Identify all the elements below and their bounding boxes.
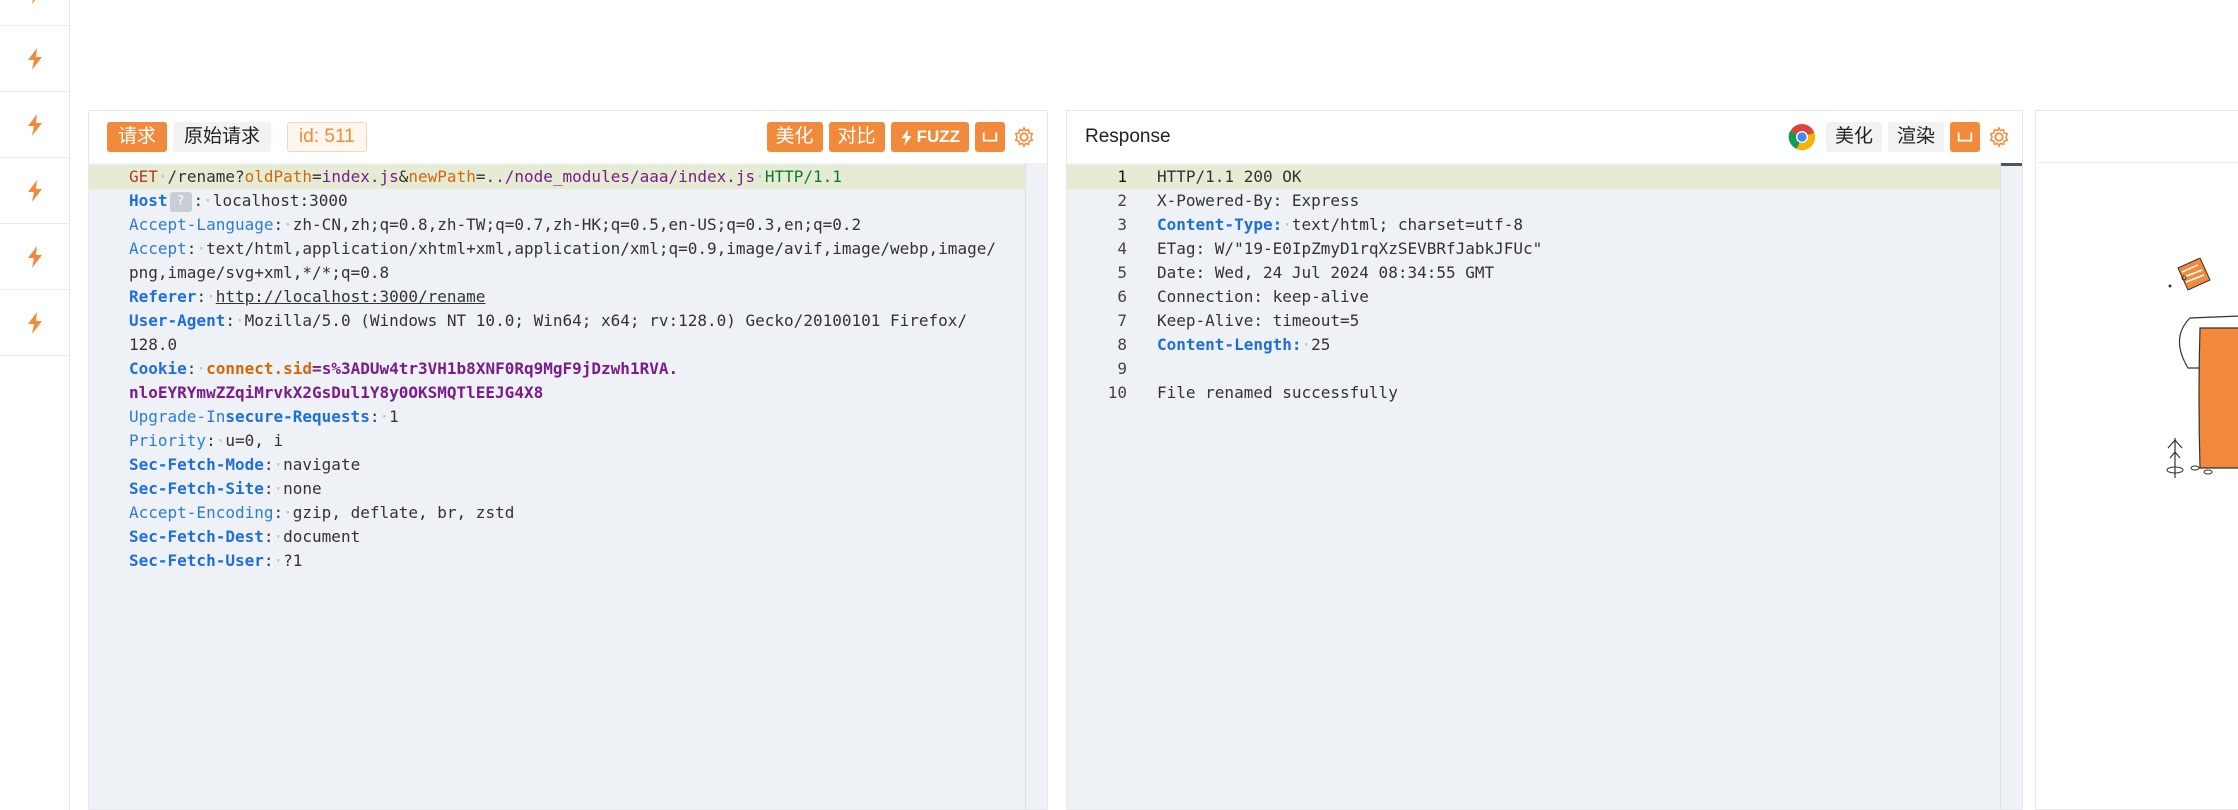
header-user-agent-cont: 128.0 (129, 335, 178, 354)
wrap-toggle-button[interactable] (1950, 122, 1980, 152)
request-panel: 请求 原始请求 id: 511 美化 对比 FUZZ GET·/rename?o… (88, 110, 1048, 810)
chrome-icon[interactable] (1788, 123, 1816, 151)
header-user-agent: User-Agent:·Mozilla/5.0 (Windows NT 10.0… (129, 311, 968, 330)
line-number-gutter: 1 2 3 4 5 6 7 8 9 10 (1067, 165, 1127, 405)
rail-item-fuzz[interactable] (0, 224, 70, 290)
header-accept: Accept:·text/html,application/xhtml+xml,… (129, 239, 996, 258)
header-referer: Referer:·http://localhost:3000/rename (129, 287, 486, 306)
rail-item-fuzz[interactable] (0, 0, 70, 26)
header-accept-encoding: Accept-Encoding:·gzip, deflate, br, zstd (129, 503, 515, 522)
header-sec-fetch-user: Sec-Fetch-User:·?1 (129, 551, 303, 570)
line-number: 10 (1107, 383, 1127, 402)
lightning-icon (28, 311, 42, 334)
lightning-icon (28, 113, 42, 136)
line-wrap-icon (982, 132, 998, 142)
response-editor[interactable]: 1 2 3 4 5 6 7 8 9 10 HTTP/1.1 200 OK X-P… (1067, 163, 2022, 809)
line-number: 1 (1117, 167, 1127, 186)
header-x-powered-by: X-Powered-By: Express (1157, 191, 1360, 210)
response-panel: Response 美化 渲染 1 2 3 4 5 6 7 8 9 10 HTTP… (1066, 110, 2023, 810)
line-number: 9 (1117, 359, 1127, 378)
render-button[interactable]: 渲染 (1887, 122, 1944, 152)
header-cookie: Cookie:·connect.sid=s%3ADUw4tr3VH1b8XNF0… (129, 359, 679, 378)
header-sec-fetch-dest: Sec-Fetch-Dest:·document (129, 527, 361, 546)
header-date: Date: Wed, 24 Jul 2024 08:34:55 GMT (1157, 263, 1495, 282)
fuzz-button[interactable]: FUZZ (890, 122, 969, 152)
request-tools: 美化 对比 FUZZ (761, 122, 1037, 152)
line-number: 5 (1117, 263, 1127, 282)
header-content-length: Content-Length:·25 (1157, 335, 1331, 354)
side-panel-header (2036, 111, 2238, 163)
request-line: GET·/rename?oldPath=index.js&newPath=../… (89, 165, 1025, 189)
lightning-icon (28, 179, 42, 202)
referer-link[interactable]: http://localhost:3000/rename (216, 287, 486, 306)
response-body: File renamed successfully (1157, 383, 1398, 402)
beautify-button[interactable]: 美化 (1825, 122, 1882, 152)
gear-icon (1989, 126, 2009, 148)
tab-raw-request[interactable]: 原始请求 (173, 122, 272, 152)
empty-state-illustration (2166, 258, 2238, 478)
header-accept-language: Accept-Language:·zh-CN,zh;q=0.8,zh-TW;q=… (129, 215, 862, 234)
response-code: HTTP/1.1 200 OK X-Powered-By: Express Co… (1157, 163, 2000, 405)
request-editor[interactable]: GET·/rename?oldPath=index.js&newPath=../… (89, 163, 1047, 809)
request-code: GET·/rename?oldPath=index.js&newPath=../… (89, 163, 1025, 573)
header-accept-cont: png,image/svg+xml,*/*;q=0.8 (129, 263, 390, 282)
request-toolbar: 请求 原始请求 id: 511 美化 对比 FUZZ (89, 111, 1047, 163)
header-content-type: Content-Type:·text/html; charset=utf-8 (1157, 215, 1524, 234)
line-wrap-icon (1957, 132, 1973, 142)
compare-button[interactable]: 对比 (828, 122, 885, 152)
line-number: 7 (1117, 311, 1127, 330)
lightning-icon (28, 47, 42, 70)
request-scrollbar[interactable] (1025, 163, 1047, 809)
line-number: 6 (1117, 287, 1127, 306)
rail-item-fuzz[interactable] (0, 92, 70, 158)
response-title: Response (1085, 126, 1171, 147)
header-sec-fetch-site: Sec-Fetch-Site:·none (129, 479, 322, 498)
header-etag: ETag: W/"19-E0IpZmyD1rqXzSEVBRfJabkJFUc" (1157, 239, 1543, 258)
header-cookie-cont: nloEYRYmwZZqiMrvkX2GsDul1Y8y0OKSMQTlEEJG… (129, 383, 544, 402)
response-toolbar: Response 美化 渲染 (1067, 111, 2022, 163)
rail-item-fuzz[interactable] (0, 158, 70, 224)
header-priority: Priority:·u=0, i (129, 431, 284, 450)
line-number: 2 (1117, 191, 1127, 210)
header-upgrade: Upgrade-Insecure-Requests:·1 (129, 407, 399, 426)
left-rail (0, 0, 70, 810)
header-host: Host?:·localhost:3000 (129, 191, 348, 212)
beautify-button[interactable]: 美化 (766, 122, 823, 152)
header-keep-alive: Keep-Alive: timeout=5 (1157, 311, 1360, 330)
tab-request[interactable]: 请求 (107, 122, 168, 152)
line-number: 3 (1117, 215, 1127, 234)
info-icon: ? (169, 191, 192, 212)
line-number: 4 (1117, 239, 1127, 258)
rail-item-fuzz[interactable] (0, 26, 70, 92)
line-number: 8 (1117, 335, 1127, 354)
rail-item-fuzz[interactable] (0, 290, 70, 356)
header-connection: Connection: keep-alive (1157, 287, 1369, 306)
settings-button[interactable] (1011, 124, 1037, 150)
response-tools: 美化 渲染 (1788, 122, 2012, 152)
lightning-icon (28, 245, 42, 268)
scrollbar-thumb[interactable] (2001, 163, 2022, 166)
lightning-icon (901, 129, 912, 145)
response-scrollbar[interactable] (2000, 163, 2022, 809)
fuzz-label: FUZZ (916, 127, 960, 146)
settings-button[interactable] (1986, 124, 2012, 150)
request-id-badge: id: 511 (287, 122, 367, 152)
header-sec-fetch-mode: Sec-Fetch-Mode:·navigate (129, 455, 361, 474)
lightning-icon (32, 0, 35, 4)
wrap-toggle-button[interactable] (975, 122, 1005, 152)
gear-icon (1014, 126, 1034, 148)
status-line: HTTP/1.1 200 OK (1157, 167, 1302, 186)
